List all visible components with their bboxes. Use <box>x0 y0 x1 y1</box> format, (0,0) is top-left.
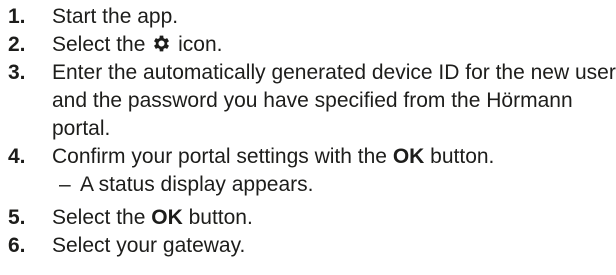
step-text-after: icon. <box>178 33 223 56</box>
ok-button-label: OK <box>151 206 183 229</box>
step-number: 1. <box>8 5 26 28</box>
step-text: Select the icon. <box>52 31 616 59</box>
step-text: Select the OK button. <box>52 204 616 232</box>
step-text-before: Select the <box>52 206 146 229</box>
step-number: 6. <box>8 234 26 257</box>
step-text-after: button. <box>430 145 495 168</box>
step-6: 6. Select your gateway. <box>8 232 616 260</box>
step-text-after: button. <box>188 206 253 229</box>
step-number: 4. <box>8 145 26 168</box>
step-2: 2. Select the icon. <box>8 31 616 59</box>
step-text: Confirm your portal settings with the OK… <box>52 143 616 171</box>
step-5: 5. Select the OK button. <box>8 204 616 232</box>
step-1: 1. Start the app. <box>8 3 616 31</box>
step-3: 3. Enter the automatically generated dev… <box>8 59 616 143</box>
gear-icon <box>151 33 172 54</box>
step-text: Select your gateway. <box>52 234 246 257</box>
step-text-before: Select the <box>52 33 146 56</box>
result-text: A status display appears. <box>80 173 314 196</box>
step-number: 2. <box>8 33 26 56</box>
step-number: 3. <box>8 61 26 84</box>
step-text-before: Confirm your portal settings with the <box>52 145 387 168</box>
ok-button-label: OK <box>392 145 425 168</box>
step-4-result: – A status display appears. <box>52 171 616 199</box>
result-marker: – <box>59 173 71 196</box>
instruction-list: 1. Start the app. 2. Select the icon. 3.… <box>0 0 616 275</box>
step-4: 4. Confirm your portal settings with the… <box>8 143 616 171</box>
step-number: 5. <box>8 206 26 229</box>
step-text: Start the app. <box>52 5 179 28</box>
step-text: Enter the automatically generated device… <box>52 61 616 140</box>
